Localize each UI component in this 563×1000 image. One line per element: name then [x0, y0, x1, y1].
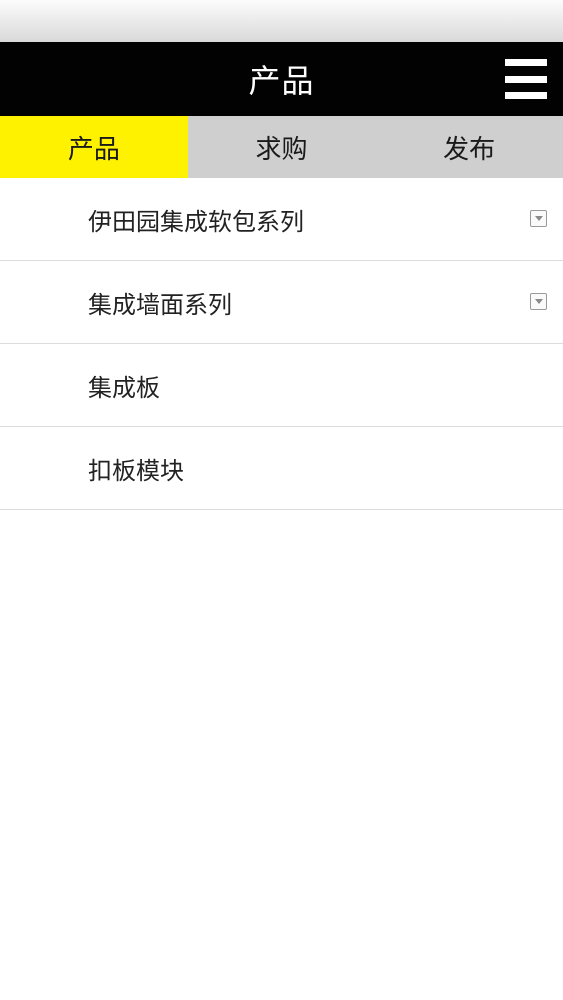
menu-bar-middle: [505, 75, 547, 83]
category-item-label: 集成墙面系列: [88, 290, 232, 319]
category-item-ceiling-module[interactable]: 扣板模块: [0, 427, 563, 510]
menu-bar-top: [505, 59, 547, 66]
category-item-soft-package-series[interactable]: 伊田园集成软包系列: [0, 178, 563, 261]
menu-bar-bottom: [505, 92, 547, 99]
category-item-label: 扣板模块: [88, 456, 184, 485]
hamburger-menu-icon[interactable]: [505, 59, 547, 99]
tab-publish[interactable]: 发布: [375, 116, 563, 178]
app-header: 产品: [0, 42, 563, 116]
expand-dropdown-icon[interactable]: [530, 210, 547, 227]
tab-purchase-requests[interactable]: 求购: [188, 116, 376, 178]
page-title: 产品: [248, 62, 315, 100]
expand-dropdown-icon[interactable]: [530, 293, 547, 310]
category-item-integrated-board[interactable]: 集成板: [0, 344, 563, 427]
category-list: 伊田园集成软包系列 集成墙面系列 集成板 扣板模块: [0, 178, 563, 510]
category-item-label: 集成板: [88, 373, 160, 402]
tab-bar: 产品 求购 发布: [0, 116, 563, 178]
category-item-label: 伊田园集成软包系列: [88, 207, 304, 236]
tab-products[interactable]: 产品: [0, 116, 188, 178]
status-area: [0, 0, 563, 42]
category-item-wall-series[interactable]: 集成墙面系列: [0, 261, 563, 344]
